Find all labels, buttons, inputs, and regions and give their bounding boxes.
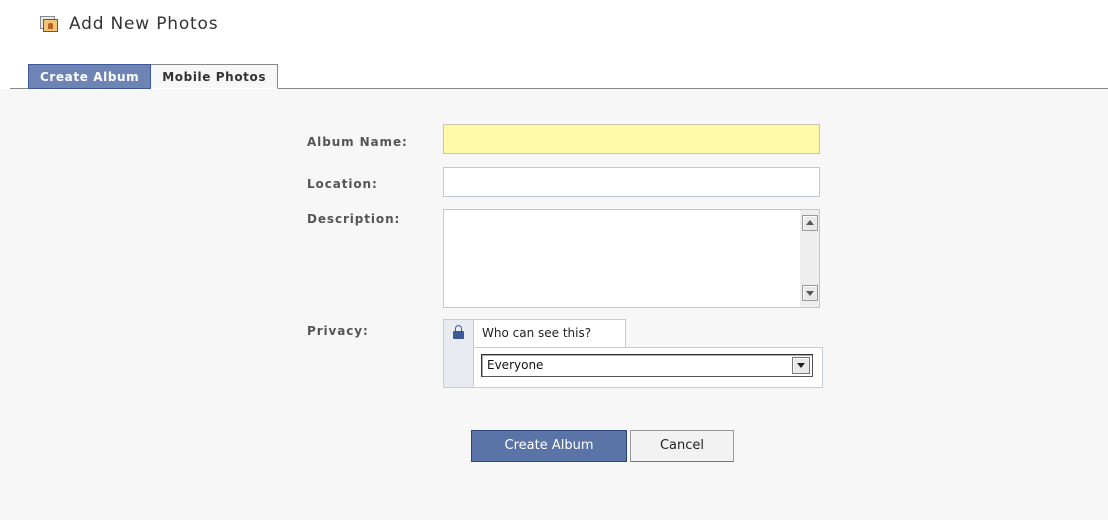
privacy-who-can-see: Who can see this? (473, 319, 626, 348)
scroll-down-button[interactable] (802, 285, 818, 301)
lock-icon (453, 325, 464, 339)
create-album-button[interactable]: Create Album (471, 430, 627, 462)
description-textarea[interactable] (443, 209, 820, 308)
arrow-up-icon (806, 220, 814, 225)
tab-mobile-photos[interactable]: Mobile Photos (151, 64, 279, 89)
privacy-select[interactable]: Everyone (481, 354, 813, 377)
scroll-up-button[interactable] (802, 215, 818, 231)
description-label: Description: (307, 212, 401, 226)
description-scrollbar[interactable] (800, 210, 819, 307)
page-title: Add New Photos (69, 14, 219, 34)
tab-create-album[interactable]: Create Album (28, 64, 152, 89)
privacy-label: Privacy: (307, 324, 369, 338)
page-header: Add New Photos (40, 11, 218, 37)
tab-bar: Create Album Mobile Photos (28, 64, 279, 89)
location-label: Location: (307, 177, 378, 191)
album-name-input[interactable] (443, 124, 820, 154)
chevron-down-icon (797, 363, 805, 368)
privacy-lock-column (443, 319, 473, 388)
album-name-label: Album Name: (307, 135, 408, 149)
photos-icon (40, 15, 59, 33)
location-input[interactable] (443, 167, 820, 197)
dropdown-arrow-button[interactable] (792, 357, 810, 374)
privacy-selector: Who can see this? Everyone (443, 319, 823, 388)
arrow-down-icon (806, 291, 814, 296)
privacy-select-container: Everyone (473, 347, 823, 388)
cancel-button[interactable]: Cancel (630, 430, 734, 462)
privacy-selected-value: Everyone (487, 358, 544, 372)
